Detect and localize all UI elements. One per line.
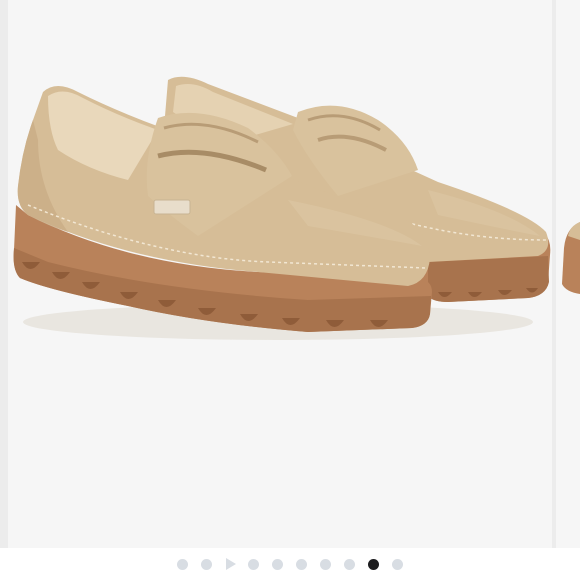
pagination-dot[interactable]: [272, 558, 283, 570]
pagination-dot[interactable]: [177, 558, 188, 570]
play-video-icon[interactable]: [226, 558, 236, 570]
pagination-dot[interactable]: [296, 558, 307, 570]
pagination-dot[interactable]: [320, 558, 331, 570]
loafers-image: [13, 76, 551, 340]
pagination-dot-active[interactable]: [368, 558, 379, 570]
next-slide-image: [562, 222, 580, 294]
carousel-pagination: [0, 548, 580, 580]
brand-logo-plate: [153, 199, 191, 215]
product-image-carousel[interactable]: [0, 0, 580, 548]
pagination-dot[interactable]: [392, 558, 403, 570]
pagination-dot[interactable]: [248, 558, 259, 570]
product-image-slide[interactable]: [8, 0, 552, 548]
pagination-dot[interactable]: [201, 558, 212, 570]
pagination-dot[interactable]: [344, 558, 355, 570]
next-slide-peek[interactable]: [556, 0, 580, 548]
